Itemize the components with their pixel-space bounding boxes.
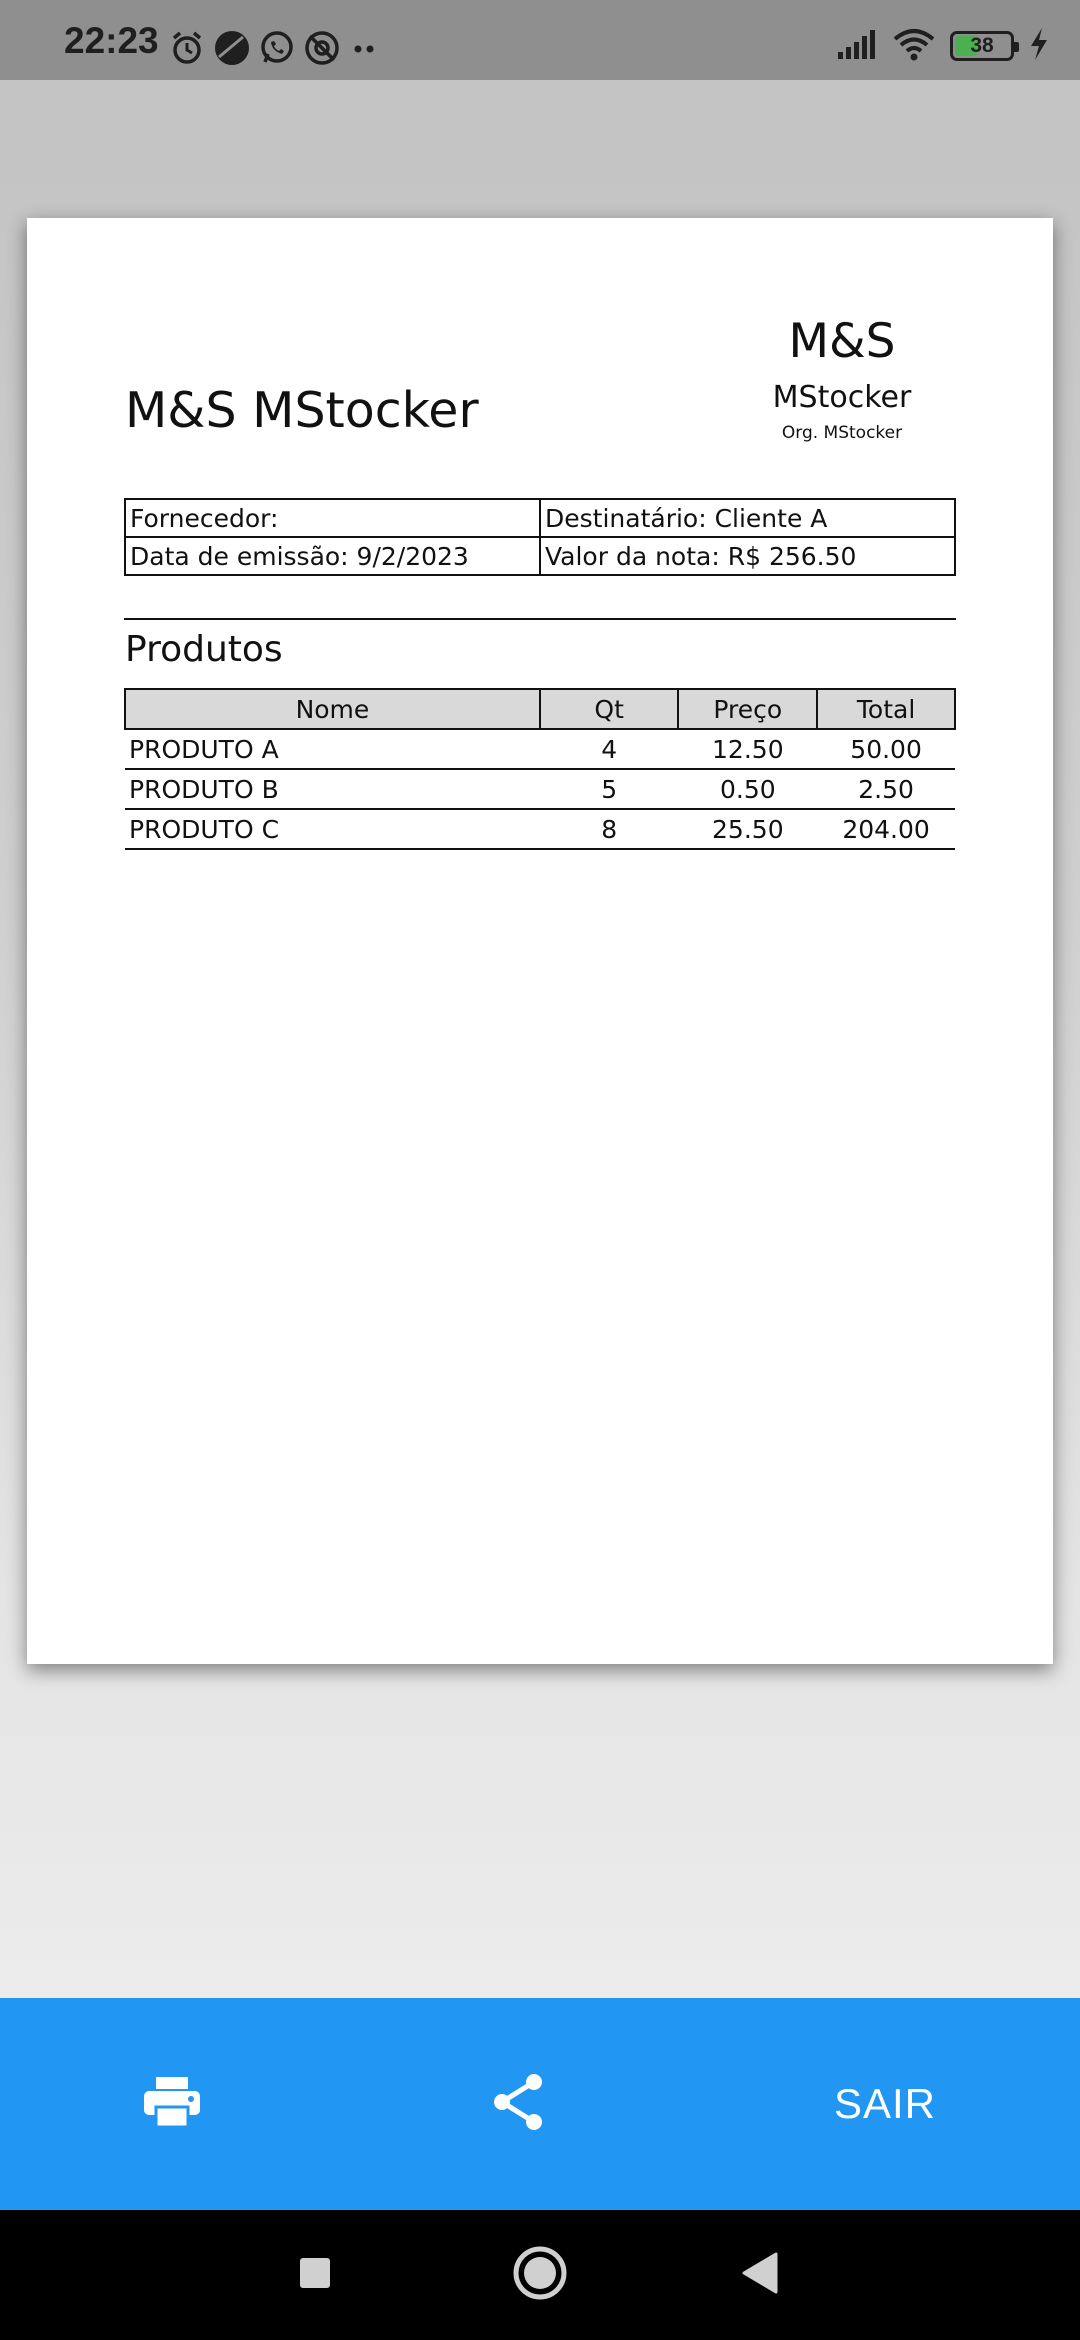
print-button[interactable] [112, 1998, 232, 2210]
status-time: 22:23 [64, 20, 159, 61]
org-logo: M&S [788, 314, 896, 369]
products-header-row: Nome Qt Preço Total [124, 688, 956, 730]
share-button[interactable] [458, 1998, 578, 2210]
table-row: PRODUTO C 8 25.50 204.00 [125, 809, 955, 850]
product-price: 0.50 [678, 769, 818, 810]
column-header-total: Total [816, 688, 956, 730]
issue-date-cell: Data de emissão: 9/2/2023 [124, 536, 541, 576]
org-name: MStocker [772, 380, 912, 415]
org-subtitle: Org. MStocker [781, 423, 903, 443]
product-name: PRODUTO B [125, 769, 540, 810]
recents-square-icon [298, 2256, 332, 2295]
recipient-cell: Destinatário: Cliente A [539, 498, 956, 538]
wifi-icon [892, 27, 936, 66]
section-divider [124, 618, 956, 620]
product-total: 2.50 [817, 769, 955, 810]
action-bar: SAIR [0, 1998, 1080, 2210]
invoice-value-cell: Valor da nota: R$ 256.50 [539, 536, 956, 576]
at-sign-icon [303, 29, 341, 67]
column-header-qty: Qt [538, 688, 680, 730]
home-circle-icon [512, 2245, 568, 2306]
back-triangle-icon [740, 2251, 780, 2300]
product-qty: 8 [539, 809, 679, 850]
table-row: PRODUTO A 4 12.50 50.00 [125, 729, 955, 770]
product-price: 12.50 [678, 729, 818, 770]
org-block: M&S MStocker Org. MStocker [717, 318, 967, 442]
system-icons: 38 [836, 24, 1050, 68]
product-qty: 5 [539, 769, 679, 810]
exit-button[interactable]: SAIR [820, 1998, 950, 2210]
product-name: PRODUTO C [125, 809, 540, 850]
battery-tip [1014, 42, 1019, 52]
battery-icon: 38 [950, 31, 1019, 61]
notification-icons [168, 27, 382, 69]
product-total: 50.00 [817, 729, 955, 770]
products-section-title: Produtos [125, 629, 283, 670]
more-dots-icon [348, 29, 382, 67]
column-header-price: Preço [677, 688, 819, 730]
alarm-icon [168, 29, 206, 67]
product-name: PRODUTO A [125, 729, 540, 770]
recents-button[interactable] [265, 2210, 365, 2340]
app-icon [213, 29, 251, 67]
column-header-name: Nome [124, 688, 541, 730]
share-icon [490, 2072, 546, 2137]
back-button[interactable] [710, 2210, 810, 2340]
whatsapp-icon [258, 29, 296, 67]
status-bar: 22:23 38 [0, 0, 1080, 80]
signal-icon [836, 28, 878, 65]
supplier-cell: Fornecedor: [124, 498, 541, 538]
navigation-bar [0, 2210, 1080, 2340]
home-button[interactable] [490, 2210, 590, 2340]
products-table: Nome Qt Preço Total PRODUTO A 4 12.50 50… [124, 688, 956, 850]
info-row: Data de emissão: 9/2/2023 Valor da nota:… [124, 536, 956, 576]
product-qty: 4 [539, 729, 679, 770]
product-total: 204.00 [817, 809, 955, 850]
print-icon [142, 2075, 202, 2134]
table-row: PRODUTO B 5 0.50 2.50 [125, 769, 955, 810]
battery-level: 38 [970, 34, 994, 57]
info-row: Fornecedor: Destinatário: Cliente A [124, 498, 956, 538]
document-title: M&S MStocker [125, 382, 479, 439]
product-price: 25.50 [678, 809, 818, 850]
invoice-info-table: Fornecedor: Destinatário: Cliente A Data… [124, 498, 956, 576]
charging-icon [1028, 27, 1050, 66]
document-preview: M&S MStocker M&S MStocker Org. MStocker … [27, 218, 1053, 1664]
